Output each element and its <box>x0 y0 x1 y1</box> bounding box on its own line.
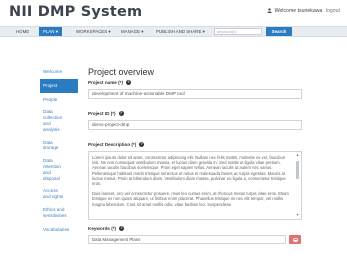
nav-home[interactable]: HOME <box>16 27 29 36</box>
project-description-field[interactable]: Lorem ipsum dolor sit amet, consectetur … <box>88 151 302 220</box>
logout-link[interactable]: logout <box>326 8 340 14</box>
keywords-label-text: Keywords (*) <box>88 226 117 231</box>
project-id-label-text: Project ID (*) <box>88 111 116 116</box>
sidebar-item-data-collection[interactable]: Data collection and analysis <box>40 107 64 134</box>
section-sidebar: Welcome Project People Data collection a… <box>40 67 78 234</box>
welcome-text: Welcome tsunekawa <box>274 8 323 14</box>
project-overview-form: Project overview Project name (*) ? deve… <box>88 67 302 244</box>
help-icon[interactable]: ? <box>119 226 125 231</box>
scroll-up-arrow-icon[interactable]: ▲ <box>295 153 300 158</box>
project-description-label-text: Project Description (*) <box>88 142 137 147</box>
project-id-label: Project ID (*) ? <box>88 111 302 116</box>
description-paragraph: Duis laoreet, orci vel consectetur posue… <box>92 191 289 207</box>
description-scrollbar[interactable]: ▲ ▼ <box>295 153 300 218</box>
search-input[interactable]: keyword(s) <box>214 28 262 35</box>
sidebar-item-access-rights[interactable]: Access and rights <box>40 186 64 202</box>
help-icon[interactable]: ? <box>118 111 124 116</box>
keywords-label: Keywords (*) ? <box>88 226 302 231</box>
nav-plan[interactable]: PLAN ▾ <box>39 27 62 36</box>
main-nav: HOME PLAN ▾ WORKSPACES ▾ MANAGE ▾ PUBLIS… <box>0 26 347 37</box>
scroll-down-arrow-icon[interactable]: ▼ <box>295 213 300 218</box>
scroll-thumb[interactable] <box>296 161 299 179</box>
sidebar-item-welcome[interactable]: Welcome <box>40 67 78 77</box>
help-icon[interactable]: ? <box>139 142 145 147</box>
app-title: NII DMP System <box>9 4 143 20</box>
project-name-label-text: Project name (*) <box>88 80 123 85</box>
page-title: Project overview <box>88 67 155 77</box>
remove-keyword-button[interactable] <box>289 235 301 244</box>
description-paragraph: Lorem ipsum dolor sit amet, consectetur … <box>92 155 286 187</box>
keyword-row: Data Management Plans <box>88 235 302 244</box>
help-icon[interactable]: ? <box>125 80 131 85</box>
user-welcome: Welcome tsunekawa logout <box>267 8 340 14</box>
project-name-field[interactable]: development of machine-actionable DMP to… <box>88 89 302 99</box>
project-description-label: Project Description (*) ? <box>88 142 302 147</box>
nav-manage[interactable]: MANAGE ▾ <box>121 27 143 36</box>
top-header: NII DMP System Welcome tsunekawa logout <box>0 0 347 26</box>
project-id-field[interactable]: demo-project-dmp <box>88 120 302 130</box>
sidebar-item-data-retention[interactable]: Data retention and disposal <box>40 156 64 183</box>
keyword-field[interactable]: Data Management Plans <box>88 235 286 244</box>
user-icon <box>267 8 272 13</box>
sidebar-item-people[interactable]: People <box>40 95 78 105</box>
project-name-label: Project name (*) ? <box>88 80 302 85</box>
search-button[interactable]: Search <box>266 27 292 36</box>
sidebar-item-vocabularies[interactable]: Vocabularies <box>40 225 78 235</box>
sidebar-item-ethics[interactable]: Ethics and sensitivities <box>40 205 70 221</box>
minus-circle-icon <box>292 237 298 242</box>
sidebar-item-project[interactable]: Project <box>40 78 78 93</box>
sidebar-item-data-storage[interactable]: Data storage <box>40 138 64 154</box>
nav-publish-and-share[interactable]: PUBLISH AND SHARE ▾ <box>156 27 205 36</box>
nav-workspaces[interactable]: WORKSPACES ▾ <box>76 27 111 36</box>
